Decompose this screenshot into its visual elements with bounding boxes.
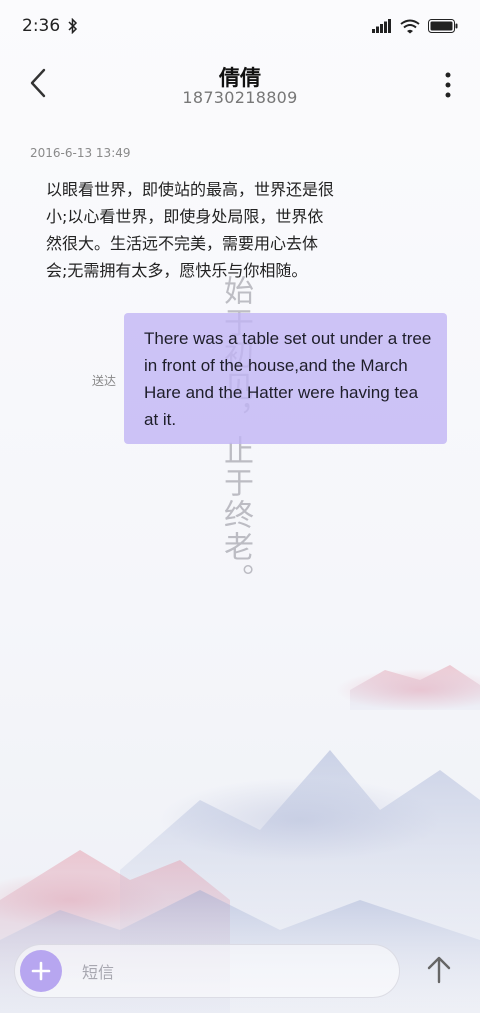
signal-icon xyxy=(372,19,391,33)
delivery-status: 送达 xyxy=(92,374,117,388)
contact-phone: 18730218809 xyxy=(182,88,298,107)
add-attachment-button[interactable] xyxy=(20,950,62,992)
status-bar: 2:36 xyxy=(0,0,480,52)
incoming-message[interactable]: 以眼看世界，即使站的最高，世界还是很 小;以心看世界，即使身处局限，世界依 然很… xyxy=(46,176,346,284)
more-vertical-icon[interactable] xyxy=(438,68,458,102)
message-input[interactable] xyxy=(80,956,384,988)
wifi-icon xyxy=(400,19,420,33)
battery-icon xyxy=(428,19,458,33)
send-arrow-up-icon[interactable] xyxy=(424,954,454,986)
conversation-header: 倩倩 18730218809 xyxy=(0,52,480,118)
plus-icon xyxy=(31,961,51,981)
bluetooth-icon xyxy=(68,18,78,34)
message-timestamp: 2016-6-13 13:49 xyxy=(30,146,131,160)
status-time: 2:36 xyxy=(22,16,61,36)
outgoing-message-bubble[interactable]: There was a table set out under a tree i… xyxy=(124,313,447,444)
